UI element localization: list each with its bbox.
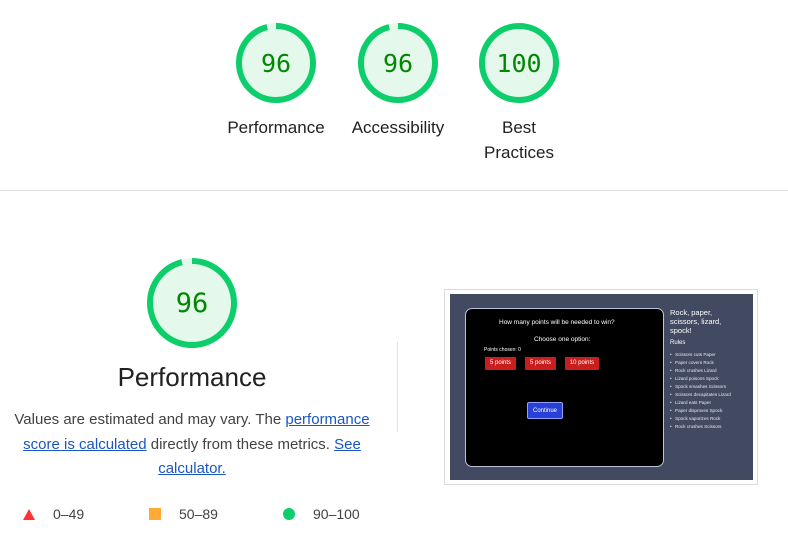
legend-fail: 0–49 [23,506,84,522]
option-button-3: 10 points [565,357,599,370]
circle-icon [283,508,295,520]
rule-item: Paper disproves Spock [670,408,752,414]
square-icon [149,508,161,520]
triangle-icon [23,508,35,520]
legend-average-range: 50–89 [179,506,218,522]
choose-text: Choose one option: [534,336,591,343]
gauge-performance[interactable]: 96 [236,23,316,103]
gauge-accessibility[interactable]: 96 [358,23,438,103]
rule-item: Rock crushes Scissors [670,424,752,430]
rule-item: Spock vaporizes Rock [670,416,752,422]
score-best-practices: 100 [496,48,542,78]
score-accessibility: 96 [382,48,414,78]
rules-list: Scissors cuts Paper Paper covers Rock Ro… [670,352,752,432]
legend-average: 50–89 [149,506,218,522]
description-text-2: directly from these metrics. [146,435,335,453]
rule-item: Paper covers Rock [670,360,752,366]
rule-item: Scissors cuts Paper [670,352,752,358]
rule-item: Spock smashes Scissors [670,384,752,390]
legend-fail-range: 0–49 [53,506,85,522]
description-text: Values are estimated and may vary. The [14,411,286,428]
score-performance-large: 96 [175,287,209,319]
rule-item: Scissors decapitates Lizard [670,392,752,398]
label-best-practices: Best Practices [484,118,554,162]
screenshot-image: How many points will be needed to win? C… [450,294,753,480]
section-divider [0,190,788,191]
option-button-1: 5 points [485,357,516,370]
label-accessibility: Accessibility [351,118,445,137]
rule-item: Lizard eats Paper [670,400,752,406]
vertical-divider [397,342,398,432]
label-performance: Performance [227,118,325,137]
gauge-performance-large: 96 [147,258,237,348]
rule-item: Lizard poisons Spock [670,376,752,382]
gauge-best-practices[interactable]: 100 [479,23,559,103]
points-chosen-text: Points chosen: 0 [484,347,521,353]
game-panel: How many points will be needed to win? C… [465,308,664,467]
continue-button: Continue [527,402,563,419]
option-button-2: 5 points [525,357,556,370]
legend-pass-range: 90–100 [313,506,360,522]
performance-description: Values are estimated and may vary. The p… [6,408,378,482]
score-performance: 96 [260,48,292,78]
rules-heading: Rules [670,340,686,346]
rule-item: Rock crushes Lizard [670,368,752,374]
side-title: Rock, paper, scissors, lizard, spock! [670,308,722,335]
question-text: How many points will be needed to win? [499,319,615,326]
performance-title: Performance [117,362,267,392]
final-screenshot[interactable]: How many points will be needed to win? C… [444,289,758,485]
legend-pass: 90–100 [283,506,360,522]
